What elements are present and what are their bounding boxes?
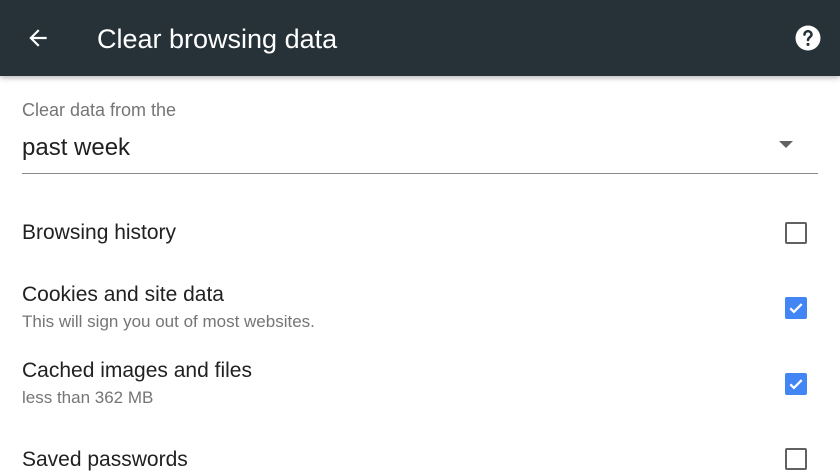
option-subtitle: less than 362 MB bbox=[22, 388, 154, 407]
option-title: Saved passwords bbox=[22, 448, 188, 471]
help-button[interactable] bbox=[788, 16, 828, 60]
page-title: Clear browsing data bbox=[97, 24, 338, 54]
browsing-history-checkbox[interactable] bbox=[785, 222, 807, 244]
dropdown-arrow-icon bbox=[779, 141, 793, 148]
checkmark-icon bbox=[789, 379, 803, 390]
checkmark-icon bbox=[789, 303, 803, 314]
back-button[interactable] bbox=[14, 16, 62, 60]
arrow-back-icon bbox=[29, 29, 47, 47]
saved-passwords-checkbox[interactable] bbox=[785, 448, 807, 470]
time-range-value: past week bbox=[22, 134, 131, 161]
help-circle-icon bbox=[795, 25, 821, 51]
option-title: Cached images and files bbox=[22, 359, 252, 382]
time-range-dropdown[interactable]: past week bbox=[22, 130, 818, 174]
option-cookies-site-data[interactable]: Cookies and site data This will sign you… bbox=[0, 283, 840, 339]
option-saved-passwords[interactable]: Saved passwords bbox=[0, 448, 840, 472]
cookies-checkbox[interactable] bbox=[785, 297, 807, 319]
time-range-label: Clear data from the bbox=[22, 100, 177, 120]
option-cached-images-files[interactable]: Cached images and files less than 362 MB bbox=[0, 359, 840, 415]
settings-content: Clear data from the past week Browsing h… bbox=[0, 76, 840, 472]
option-browsing-history[interactable]: Browsing history bbox=[0, 221, 840, 261]
cached-images-checkbox[interactable] bbox=[785, 373, 807, 395]
option-subtitle: This will sign you out of most websites. bbox=[22, 312, 315, 331]
option-title: Cookies and site data bbox=[22, 283, 224, 306]
app-bar: Clear browsing data bbox=[0, 0, 840, 76]
option-title: Browsing history bbox=[22, 221, 177, 244]
